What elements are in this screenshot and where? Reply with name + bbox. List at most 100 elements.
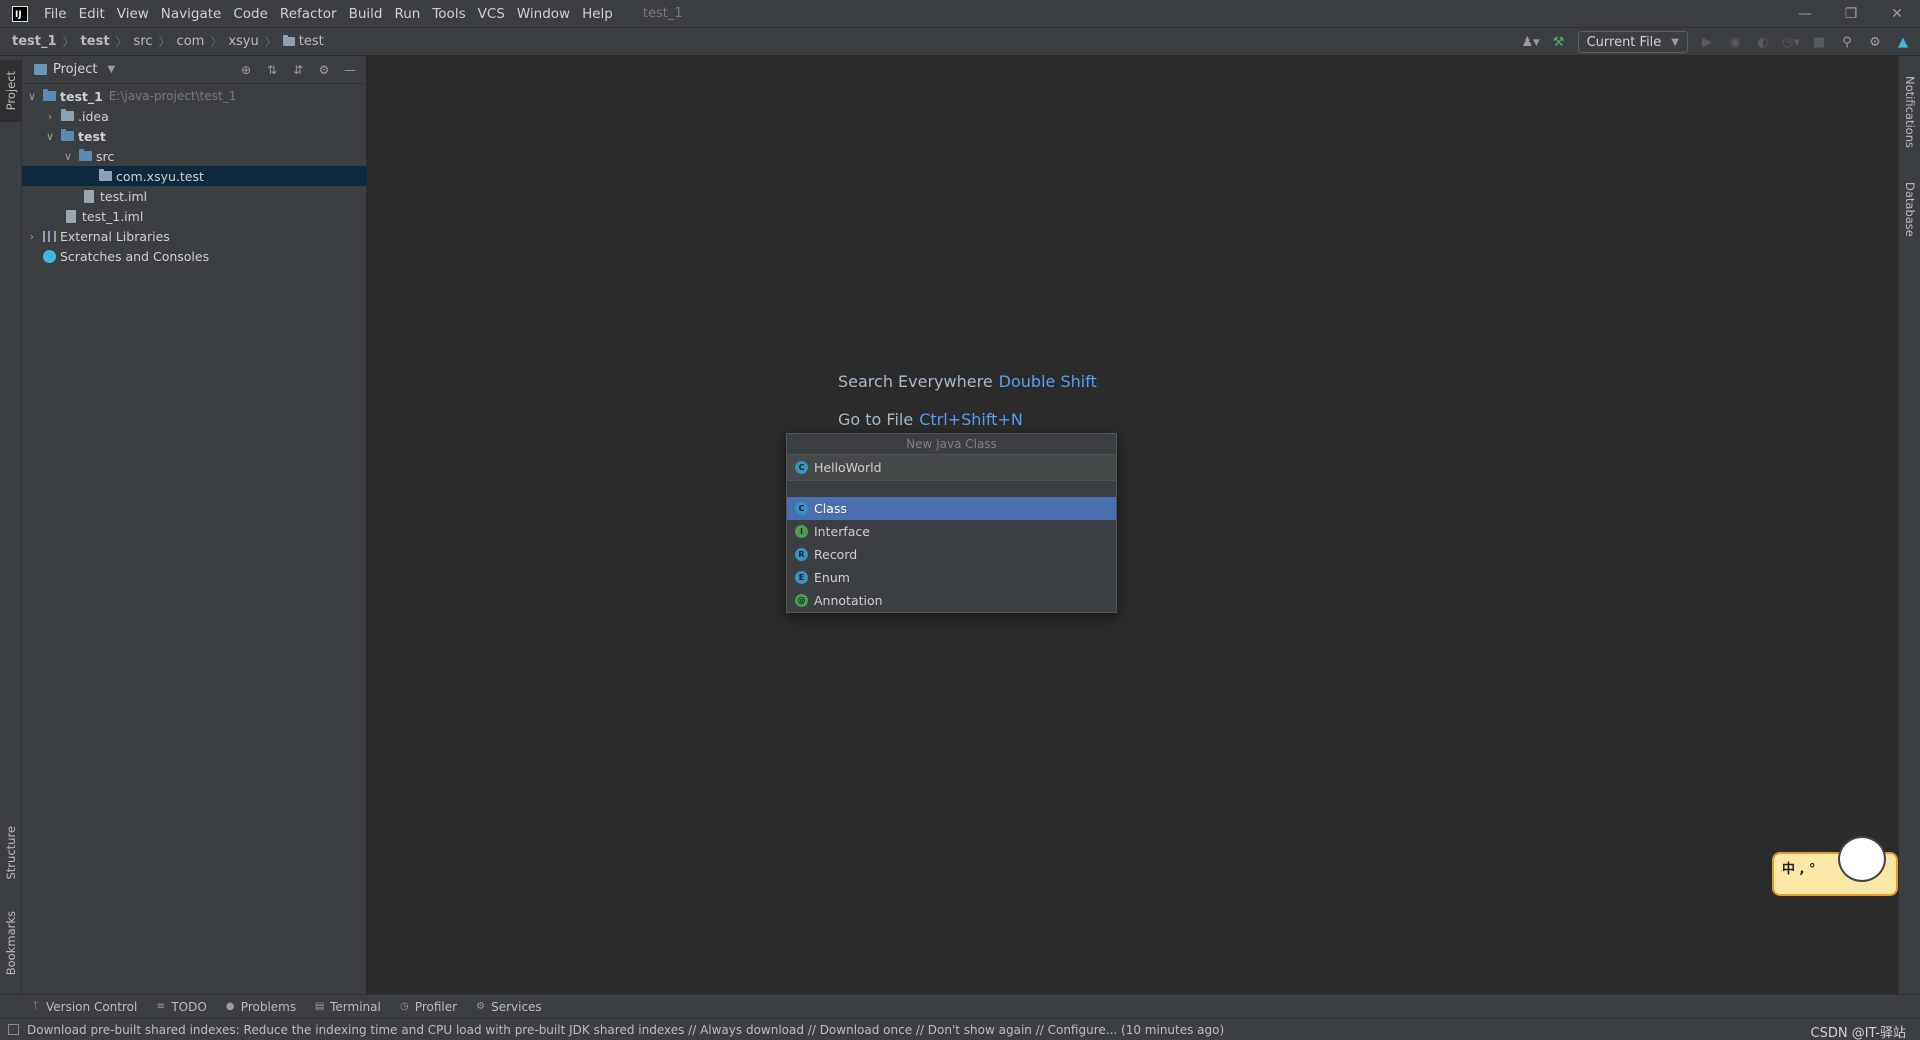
mascot-face-icon	[1838, 836, 1886, 882]
tree-node-external-libraries[interactable]: › External Libraries	[22, 226, 367, 246]
record-icon: R	[795, 548, 808, 561]
kind-option-class[interactable]: C Class	[787, 497, 1116, 520]
menu-help[interactable]: Help	[576, 0, 619, 28]
stripe-tab-database[interactable]: Database	[1899, 174, 1920, 244]
menu-edit[interactable]: Edit	[73, 0, 111, 28]
stop-icon[interactable]: ■	[1810, 33, 1828, 51]
menu-tools[interactable]: Tools	[426, 0, 471, 28]
ime-toolbar-sticker[interactable]: 中 , °	[1772, 836, 1898, 896]
build-hammer-icon[interactable]: ⚒	[1550, 33, 1568, 51]
new-java-class-popup: New Java Class C HelloWorld C Class I In…	[786, 433, 1117, 613]
breadcrumb-separator-icon: 〉	[264, 35, 277, 49]
stripe-tab-notifications[interactable]: Notifications	[1899, 62, 1920, 162]
settings-gear-icon[interactable]: ⚙	[1866, 33, 1884, 51]
tab-services[interactable]: ⚙ Services	[475, 1000, 542, 1014]
class-name-value: HelloWorld	[814, 460, 882, 475]
breadcrumb-project[interactable]: test_1	[12, 34, 57, 49]
tree-node-scratches[interactable]: Scratches and Consoles	[22, 246, 367, 266]
kind-label: Interface	[814, 524, 870, 539]
locate-file-icon[interactable]: ⊕	[238, 62, 254, 78]
tree-node-src[interactable]: ∨ src	[22, 146, 367, 166]
class-icon: C	[795, 461, 808, 474]
tab-todo[interactable]: ≡ TODO	[155, 1000, 207, 1014]
chevron-down-icon[interactable]: ▼	[107, 64, 115, 75]
coverage-icon[interactable]: ◐	[1754, 33, 1772, 51]
tree-node-com-xsyu-test[interactable]: com.xsyu.test	[22, 166, 367, 186]
breadcrumb-src[interactable]: src	[134, 34, 153, 49]
chevron-down-icon[interactable]: ∨	[62, 146, 74, 166]
hide-panel-icon[interactable]: —	[342, 62, 358, 78]
stripe-database-label: Database	[1903, 181, 1917, 237]
menu-vcs[interactable]: VCS	[472, 0, 511, 28]
options-gear-icon[interactable]: ⚙	[316, 62, 332, 78]
ime-label: 中 , °	[1782, 862, 1816, 877]
chevron-right-icon[interactable]: ›	[44, 106, 56, 126]
menu-file[interactable]: File	[38, 0, 73, 28]
user-account-icon[interactable]: ♟▾	[1521, 33, 1539, 51]
close-icon[interactable]: ✕	[1874, 0, 1920, 28]
tab-problems[interactable]: ● Problems	[225, 1000, 296, 1014]
breadcrumb-com[interactable]: com	[177, 34, 205, 49]
stripe-tab-structure[interactable]: Structure	[0, 818, 22, 888]
tree-node-path-hint: E:\java-project\test_1	[108, 89, 237, 103]
search-icon[interactable]: ⚲	[1838, 33, 1856, 51]
expand-all-icon[interactable]: ⇅	[264, 62, 280, 78]
library-icon	[42, 229, 56, 243]
chevron-down-icon[interactable]: ∨	[26, 86, 38, 106]
chevron-down-icon[interactable]: ∨	[44, 126, 56, 146]
tree-node-idea[interactable]: › .idea	[22, 106, 367, 126]
kind-option-enum[interactable]: E Enum	[787, 566, 1116, 589]
tree-node-label: com.xsyu.test	[116, 168, 204, 184]
menu-view[interactable]: View	[111, 0, 155, 28]
tree-node-test-iml[interactable]: test.iml	[22, 186, 367, 206]
menu-code[interactable]: Code	[227, 0, 274, 28]
tree-node-test-1-iml[interactable]: test_1.iml	[22, 206, 367, 226]
tree-node-test[interactable]: ∨ test	[22, 126, 367, 146]
menu-navigate[interactable]: Navigate	[155, 0, 228, 28]
package-folder-icon	[282, 35, 295, 46]
tree-node-label: Scratches and Consoles	[60, 248, 210, 264]
collapse-all-icon[interactable]: ⇵	[290, 62, 306, 78]
hint-text: Search Everywhere	[838, 372, 993, 391]
kind-option-record[interactable]: R Record	[787, 543, 1116, 566]
profile-icon[interactable]: ◷▾	[1782, 33, 1800, 51]
kind-label: Class	[814, 501, 847, 516]
restore-icon[interactable]: ❐	[1828, 0, 1874, 28]
class-icon: C	[795, 502, 808, 515]
jetbrains-toolbox-icon[interactable]: ▲	[1894, 33, 1912, 51]
breadcrumb-xsyu[interactable]: xsyu	[228, 34, 258, 49]
tree-node-label: test_1	[60, 88, 103, 104]
run-configuration-select[interactable]: Current File ▼	[1577, 31, 1688, 53]
menu-run[interactable]: Run	[388, 0, 426, 28]
minimize-icon[interactable]: —	[1782, 0, 1828, 28]
stripe-tab-bookmarks[interactable]: Bookmarks	[0, 902, 22, 984]
menu-build[interactable]: Build	[343, 0, 389, 28]
breadcrumb-test-package[interactable]: test	[282, 34, 324, 49]
menu-window[interactable]: Window	[511, 0, 576, 28]
kind-option-annotation[interactable]: @ Annotation	[787, 589, 1116, 612]
scratches-icon	[42, 249, 56, 263]
tab-profiler[interactable]: ◷ Profiler	[399, 1000, 457, 1014]
chevron-right-icon[interactable]: ›	[26, 226, 38, 246]
tab-terminal[interactable]: ▤ Terminal	[314, 1000, 381, 1014]
project-panel-title[interactable]: Project	[53, 62, 97, 77]
popup-title: New Java Class	[787, 434, 1116, 455]
status-message[interactable]: Download pre-built shared indexes: Reduc…	[27, 1023, 1224, 1037]
menu-refactor[interactable]: Refactor	[274, 0, 343, 28]
iml-file-icon	[64, 209, 78, 223]
stripe-tab-project[interactable]: Project	[0, 60, 22, 122]
tree-node-test-1[interactable]: ∨ test_1 E:\java-project\test_1	[22, 86, 367, 106]
chevron-down-icon: ▼	[1671, 36, 1679, 48]
kind-label: Enum	[814, 570, 850, 585]
editor-area[interactable]: Search Everywhere Double Shift Go to File…	[368, 56, 1898, 994]
kind-option-interface[interactable]: I Interface	[787, 520, 1116, 543]
stripe-project-label: Project	[4, 71, 18, 111]
intellij-logo-icon[interactable]: IJ	[12, 5, 28, 22]
tab-version-control[interactable]: ᛉ Version Control	[30, 1000, 138, 1014]
run-icon[interactable]: ▶	[1698, 33, 1716, 51]
status-checkbox-icon[interactable]	[8, 1024, 19, 1035]
class-name-input[interactable]: C HelloWorld	[787, 455, 1116, 481]
debug-icon[interactable]: ◉	[1726, 33, 1744, 51]
breadcrumb-module[interactable]: test	[81, 34, 110, 49]
window-controls: — ❐ ✕	[1782, 0, 1920, 28]
